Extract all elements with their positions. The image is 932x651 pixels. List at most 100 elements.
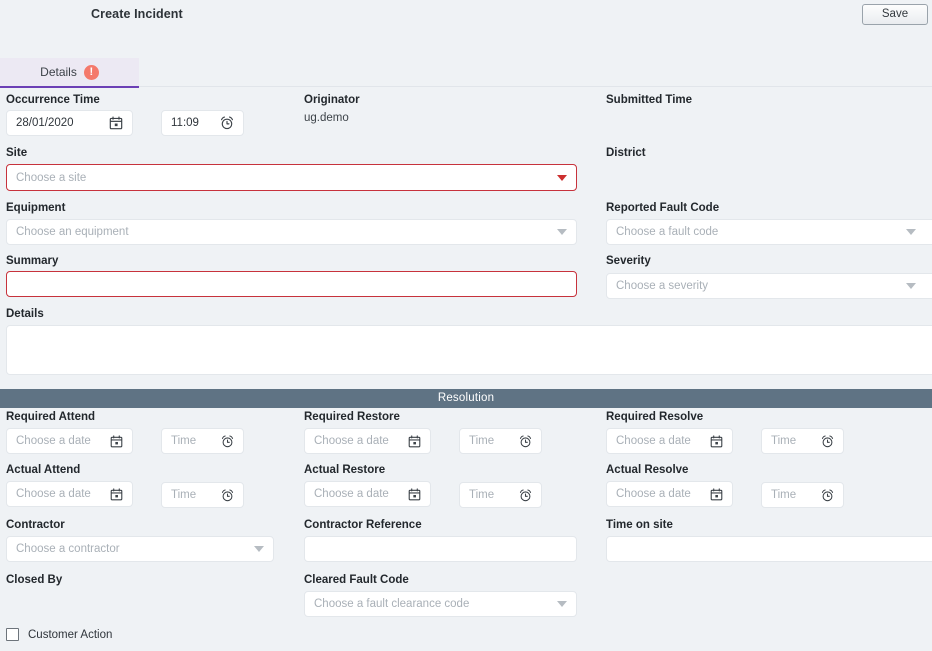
contractor-reference-label: Contractor Reference	[304, 519, 422, 531]
required-attend-time-placeholder: Time	[171, 435, 197, 447]
closed-by-label: Closed By	[6, 574, 63, 586]
actual-resolve-date-placeholder: Choose a date	[616, 488, 691, 500]
actual-attend-label: Actual Attend	[6, 464, 81, 476]
cleared-fault-code-label: Cleared Fault Code	[304, 574, 409, 586]
originator-value: ug.demo	[304, 112, 349, 124]
chevron-down-icon[interactable]	[557, 229, 567, 235]
chevron-down-icon[interactable]	[906, 229, 916, 235]
calendar-icon[interactable]	[109, 116, 123, 130]
required-resolve-time-input[interactable]: Time	[761, 428, 844, 454]
required-restore-date-input[interactable]: Choose a date	[304, 428, 431, 454]
site-placeholder: Choose a site	[16, 171, 87, 184]
alarm-clock-icon[interactable]	[221, 488, 234, 502]
calendar-icon[interactable]	[408, 434, 421, 448]
tab-strip: Details !	[0, 58, 932, 88]
site-select[interactable]: Choose a site	[6, 164, 577, 191]
occurrence-date-value: 28/01/2020	[16, 117, 74, 129]
cleared-fault-code-select[interactable]: Choose a fault clearance code	[304, 591, 577, 617]
required-attend-date-placeholder: Choose a date	[16, 435, 91, 447]
required-attend-label: Required Attend	[6, 411, 96, 423]
equipment-label: Equipment	[6, 202, 66, 214]
actual-resolve-label: Actual Resolve	[606, 464, 689, 476]
chevron-down-icon[interactable]	[254, 546, 264, 552]
severity-select[interactable]: Choose a severity	[606, 273, 932, 299]
chevron-down-icon[interactable]	[557, 601, 567, 607]
actual-restore-label: Actual Restore	[304, 464, 386, 476]
contractor-select[interactable]: Choose a contractor	[6, 536, 274, 562]
alarm-clock-icon[interactable]	[821, 488, 834, 502]
originator-label: Originator	[304, 94, 360, 106]
tab-details[interactable]: Details !	[0, 58, 139, 88]
required-resolve-label: Required Resolve	[606, 411, 704, 423]
actual-attend-date-placeholder: Choose a date	[16, 488, 91, 500]
reported-fault-code-placeholder: Choose a fault code	[616, 226, 719, 238]
district-label: District	[606, 147, 646, 159]
calendar-icon[interactable]	[408, 487, 421, 501]
alarm-clock-icon[interactable]	[519, 434, 532, 448]
customer-action-row[interactable]: Customer Action	[6, 628, 112, 641]
actual-restore-date-input[interactable]: Choose a date	[304, 481, 431, 507]
required-resolve-date-input[interactable]: Choose a date	[606, 428, 733, 454]
create-incident-page: Create Incident Save Details ! Occurrenc…	[0, 0, 932, 651]
equipment-select[interactable]: Choose an equipment	[6, 219, 577, 245]
page-header: Create Incident Save	[0, 0, 932, 32]
contractor-reference-input[interactable]	[304, 536, 577, 562]
actual-resolve-time-placeholder: Time	[771, 489, 797, 501]
actual-attend-time-placeholder: Time	[171, 489, 197, 501]
actual-resolve-time-input[interactable]: Time	[761, 482, 844, 508]
occurrence-time-value: 11:09	[171, 117, 199, 129]
calendar-icon[interactable]	[110, 434, 123, 448]
severity-placeholder: Choose a severity	[616, 280, 709, 292]
calendar-icon[interactable]	[710, 434, 723, 448]
required-resolve-date-placeholder: Choose a date	[616, 435, 691, 447]
reported-fault-code-label: Reported Fault Code	[606, 202, 720, 214]
actual-attend-date-input[interactable]: Choose a date	[6, 481, 133, 507]
contractor-placeholder: Choose a contractor	[16, 543, 120, 555]
required-restore-time-input[interactable]: Time	[459, 428, 542, 454]
occurrence-time-input[interactable]: 11:09	[161, 110, 244, 136]
required-restore-date-placeholder: Choose a date	[314, 435, 389, 447]
details-textarea[interactable]	[6, 325, 932, 375]
reported-fault-code-select[interactable]: Choose a fault code	[606, 219, 932, 245]
alarm-clock-icon[interactable]	[519, 488, 532, 502]
chevron-down-icon[interactable]	[906, 283, 916, 289]
actual-restore-date-placeholder: Choose a date	[314, 488, 389, 500]
resolution-section-header: Resolution	[0, 389, 932, 408]
calendar-icon[interactable]	[110, 487, 123, 501]
actual-restore-time-placeholder: Time	[469, 489, 495, 501]
summary-input[interactable]	[6, 271, 577, 297]
alarm-clock-icon[interactable]	[821, 434, 834, 448]
required-resolve-time-placeholder: Time	[771, 435, 797, 447]
occurrence-time-label: Occurrence Time	[6, 94, 100, 106]
required-restore-time-placeholder: Time	[469, 435, 495, 447]
tab-details-label: Details	[40, 65, 77, 79]
actual-resolve-date-input[interactable]: Choose a date	[606, 481, 733, 507]
contractor-label: Contractor	[6, 519, 65, 531]
save-button[interactable]: Save	[862, 4, 928, 25]
submitted-time-label: Submitted Time	[606, 94, 693, 106]
actual-attend-time-input[interactable]: Time	[161, 482, 244, 508]
severity-label: Severity	[606, 255, 651, 267]
cleared-fault-code-placeholder: Choose a fault clearance code	[314, 598, 470, 610]
error-badge-icon: !	[83, 64, 99, 80]
occurrence-date-input[interactable]: 28/01/2020	[6, 110, 133, 136]
alarm-clock-icon[interactable]	[221, 434, 234, 448]
details-label: Details	[6, 308, 44, 320]
alarm-clock-icon[interactable]	[220, 116, 234, 130]
time-on-site-label: Time on site	[606, 519, 673, 531]
required-attend-time-input[interactable]: Time	[161, 428, 244, 454]
equipment-placeholder: Choose an equipment	[16, 226, 129, 238]
customer-action-label: Customer Action	[28, 628, 113, 641]
actual-restore-time-input[interactable]: Time	[459, 482, 542, 508]
page-title: Create Incident	[91, 7, 183, 21]
tab-strip-divider	[139, 86, 932, 87]
customer-action-checkbox[interactable]	[6, 628, 19, 641]
details-value	[7, 326, 932, 331]
time-on-site-input[interactable]	[606, 536, 932, 562]
required-attend-date-input[interactable]: Choose a date	[6, 428, 133, 454]
summary-label: Summary	[6, 255, 59, 267]
required-restore-label: Required Restore	[304, 411, 400, 423]
calendar-icon[interactable]	[710, 487, 723, 501]
chevron-down-icon[interactable]	[557, 174, 567, 181]
site-label: Site	[6, 147, 28, 159]
